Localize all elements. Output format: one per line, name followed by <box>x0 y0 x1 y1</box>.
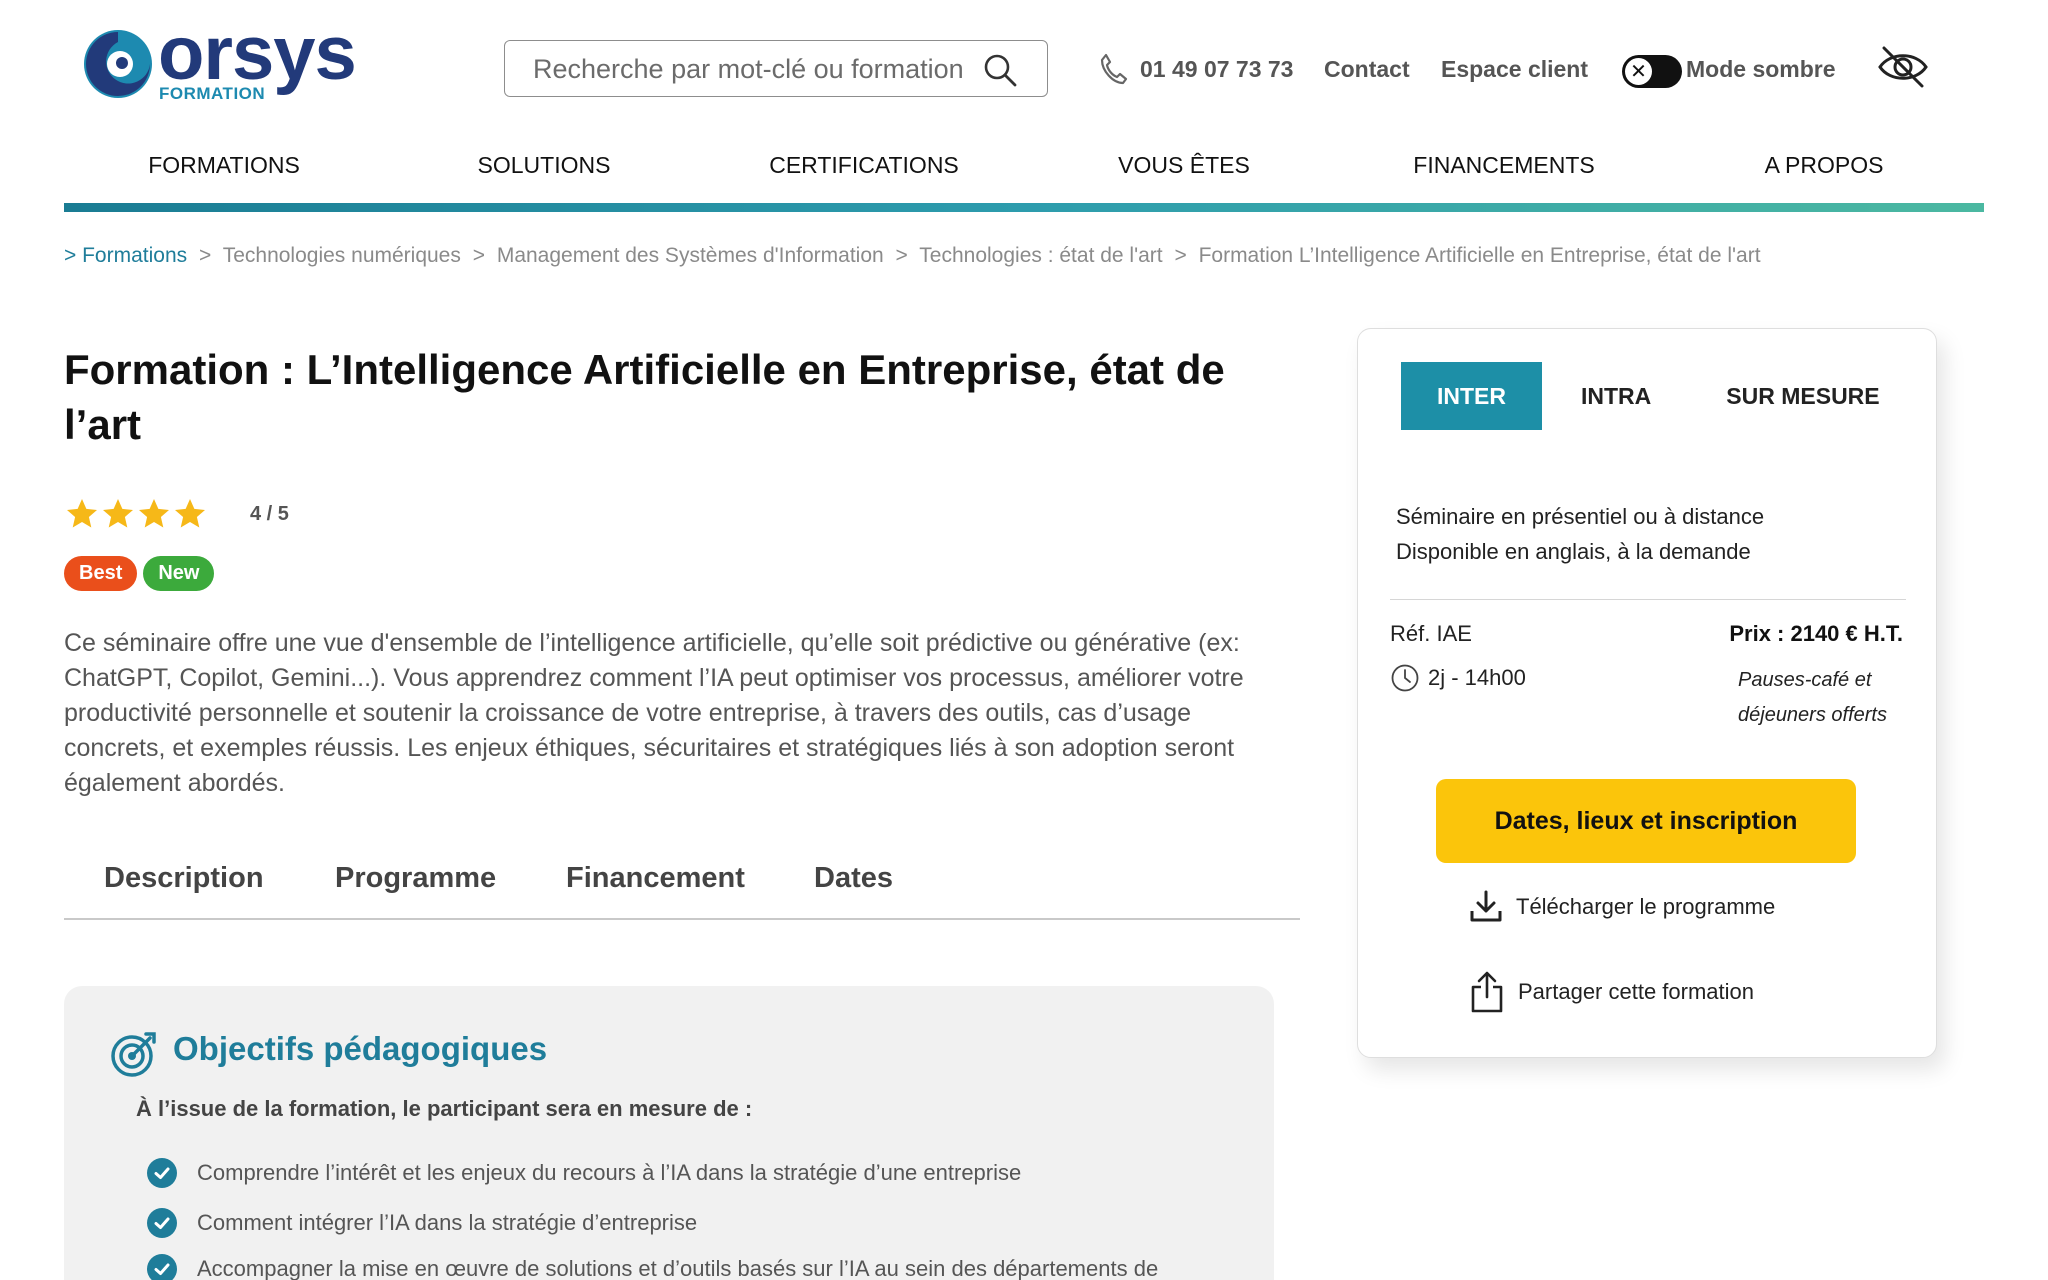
orsys-logo[interactable]: orsys FORMATION <box>80 16 357 104</box>
dark-mode-toggle[interactable]: ✕ <box>1622 55 1682 88</box>
search-box <box>504 40 1048 97</box>
enrollment-card: INTER INTRA SUR MESURE Séminaire en prés… <box>1357 328 1937 1058</box>
price-note: Pauses-café et déjeuners offerts <box>1738 669 1887 726</box>
breadcrumb-current: Formation L’Intelligence Artificielle en… <box>1198 244 1761 267</box>
session-language: Disponible en anglais, à la demande <box>1396 539 1751 564</box>
nav-item-certifications[interactable]: CERTIFICATIONS <box>769 152 959 179</box>
nav-item-financements[interactable]: FINANCEMENTS <box>1413 152 1594 179</box>
best-badge: Best <box>64 556 138 591</box>
session-type-tabs: INTER INTRA SUR MESURE <box>1401 362 1880 430</box>
tab-inter[interactable]: INTER <box>1401 362 1542 430</box>
breadcrumb-separator: > <box>198 244 212 267</box>
tab-intra[interactable]: INTRA <box>1581 362 1651 430</box>
search-input[interactable] <box>533 51 963 87</box>
objective-text: Comprendre l’intérêt et les enjeux du re… <box>197 1160 1022 1185</box>
logo-wordmark: orsys <box>158 11 357 96</box>
star-icon <box>67 499 97 528</box>
card-divider <box>1390 599 1906 600</box>
new-badge: New <box>143 556 215 591</box>
share-label: Partager cette formation <box>1518 979 1755 1004</box>
target-icon <box>111 1032 156 1077</box>
contact-link[interactable]: Contact <box>1324 56 1410 83</box>
download-label: Télécharger le programme <box>1516 894 1776 919</box>
toggle-off-icon: ✕ <box>1625 58 1652 85</box>
course-badges: Best New <box>64 556 220 591</box>
clock-icon <box>1391 664 1419 692</box>
download-program-link[interactable]: Télécharger le programme <box>1468 889 1775 925</box>
page-title: Formation : L’Intelligence Artificielle … <box>64 346 1225 448</box>
breadcrumb-management-si[interactable]: Management des Systèmes d'Information <box>497 244 884 267</box>
breadcrumb-formations[interactable]: > Formations <box>64 244 187 267</box>
star-icon <box>103 499 133 528</box>
nav-item-solutions[interactable]: SOLUTIONS <box>478 152 611 179</box>
logo-subtitle: FORMATION <box>159 84 266 103</box>
breadcrumb-technologies-numeriques[interactable]: Technologies numériques <box>223 244 461 267</box>
eye-off-icon[interactable] <box>1876 42 1930 92</box>
dates-lieux-inscription-button[interactable]: Dates, lieux et inscription <box>1436 779 1856 863</box>
check-icon <box>147 1254 177 1280</box>
course-rating: 4 / 5 <box>64 496 289 532</box>
search-icon[interactable] <box>983 53 1017 87</box>
session-info: Séminaire en présentiel ou à distance Di… <box>1396 499 1764 569</box>
nav-underline <box>64 203 1984 212</box>
objective-item: Comment intégrer l’IA dans la stratégie … <box>147 1208 697 1238</box>
tab-dates[interactable]: Dates <box>814 862 893 895</box>
check-icon <box>147 1208 177 1238</box>
tab-financement[interactable]: Financement <box>566 862 745 895</box>
course-reference: Réf. IAE <box>1390 621 1472 646</box>
nav-item-a-propos[interactable]: A PROPOS <box>1765 152 1884 179</box>
objective-item: Comprendre l’intérêt et les enjeux du re… <box>147 1158 1021 1188</box>
phone-contact[interactable]: 01 49 07 73 73 <box>1098 52 1293 86</box>
espace-client-link[interactable]: Espace client <box>1441 56 1588 83</box>
course-duration: 2j - 14h00 <box>1390 663 1526 693</box>
breadcrumb-separator: > <box>895 244 908 267</box>
objective-text: Comment intégrer l’IA dans la stratégie … <box>197 1210 698 1235</box>
nav-item-formations[interactable]: FORMATIONS <box>148 152 300 179</box>
course-tabs: Description Programme Financement Dates <box>64 852 1300 920</box>
breadcrumb-separator: > <box>1174 244 1187 267</box>
objectives-title: Objectifs pédagogiques <box>173 1030 548 1067</box>
phone-number: 01 49 07 73 73 <box>1140 55 1294 82</box>
tab-programme[interactable]: Programme <box>335 862 496 895</box>
duration-text: 2j - 14h00 <box>1428 665 1526 690</box>
star-icon <box>175 499 205 528</box>
site-header: orsys FORMATION 01 49 07 73 73 Contact E… <box>0 0 2048 130</box>
breadcrumb-separator: > <box>472 244 485 267</box>
objectives-lead: À l’issue de la formation, le participan… <box>136 1096 753 1121</box>
breadcrumb-technologies-etat-art[interactable]: Technologies : état de l'art <box>919 244 1162 267</box>
download-icon <box>1470 890 1502 922</box>
rating-value: 4 / 5 <box>250 502 289 525</box>
nav-item-vous-etes[interactable]: VOUS ÊTES <box>1118 152 1250 179</box>
objectives-panel: Objectifs pédagogiques À l’issue de la f… <box>64 986 1274 1280</box>
breadcrumb: > Formations > Technologies numériques >… <box>64 244 1761 268</box>
phone-icon <box>1100 53 1128 85</box>
objective-text: Accompagner la mise en œuvre de solution… <box>197 1256 1159 1280</box>
check-icon <box>147 1158 177 1188</box>
session-format: Séminaire en présentiel ou à distance <box>1396 504 1765 529</box>
course-intro: Ce séminaire offre une vue d'ensemble de… <box>64 629 1244 797</box>
course-price: Prix : 2140 € H.T. <box>1729 621 1903 646</box>
share-icon <box>1471 971 1503 1013</box>
orsys-swirl-icon <box>84 30 152 98</box>
dark-mode-label: Mode sombre <box>1686 56 1836 82</box>
share-course-link[interactable]: Partager cette formation <box>1468 969 1754 1015</box>
main-nav: FORMATIONS SOLUTIONS CERTIFICATIONS VOUS… <box>64 140 1984 212</box>
star-icon <box>139 499 169 528</box>
tab-description[interactable]: Description <box>104 862 264 895</box>
tab-sur-mesure[interactable]: SUR MESURE <box>1726 362 1879 430</box>
objective-item: Accompagner la mise en œuvre de solution… <box>147 1254 1158 1280</box>
